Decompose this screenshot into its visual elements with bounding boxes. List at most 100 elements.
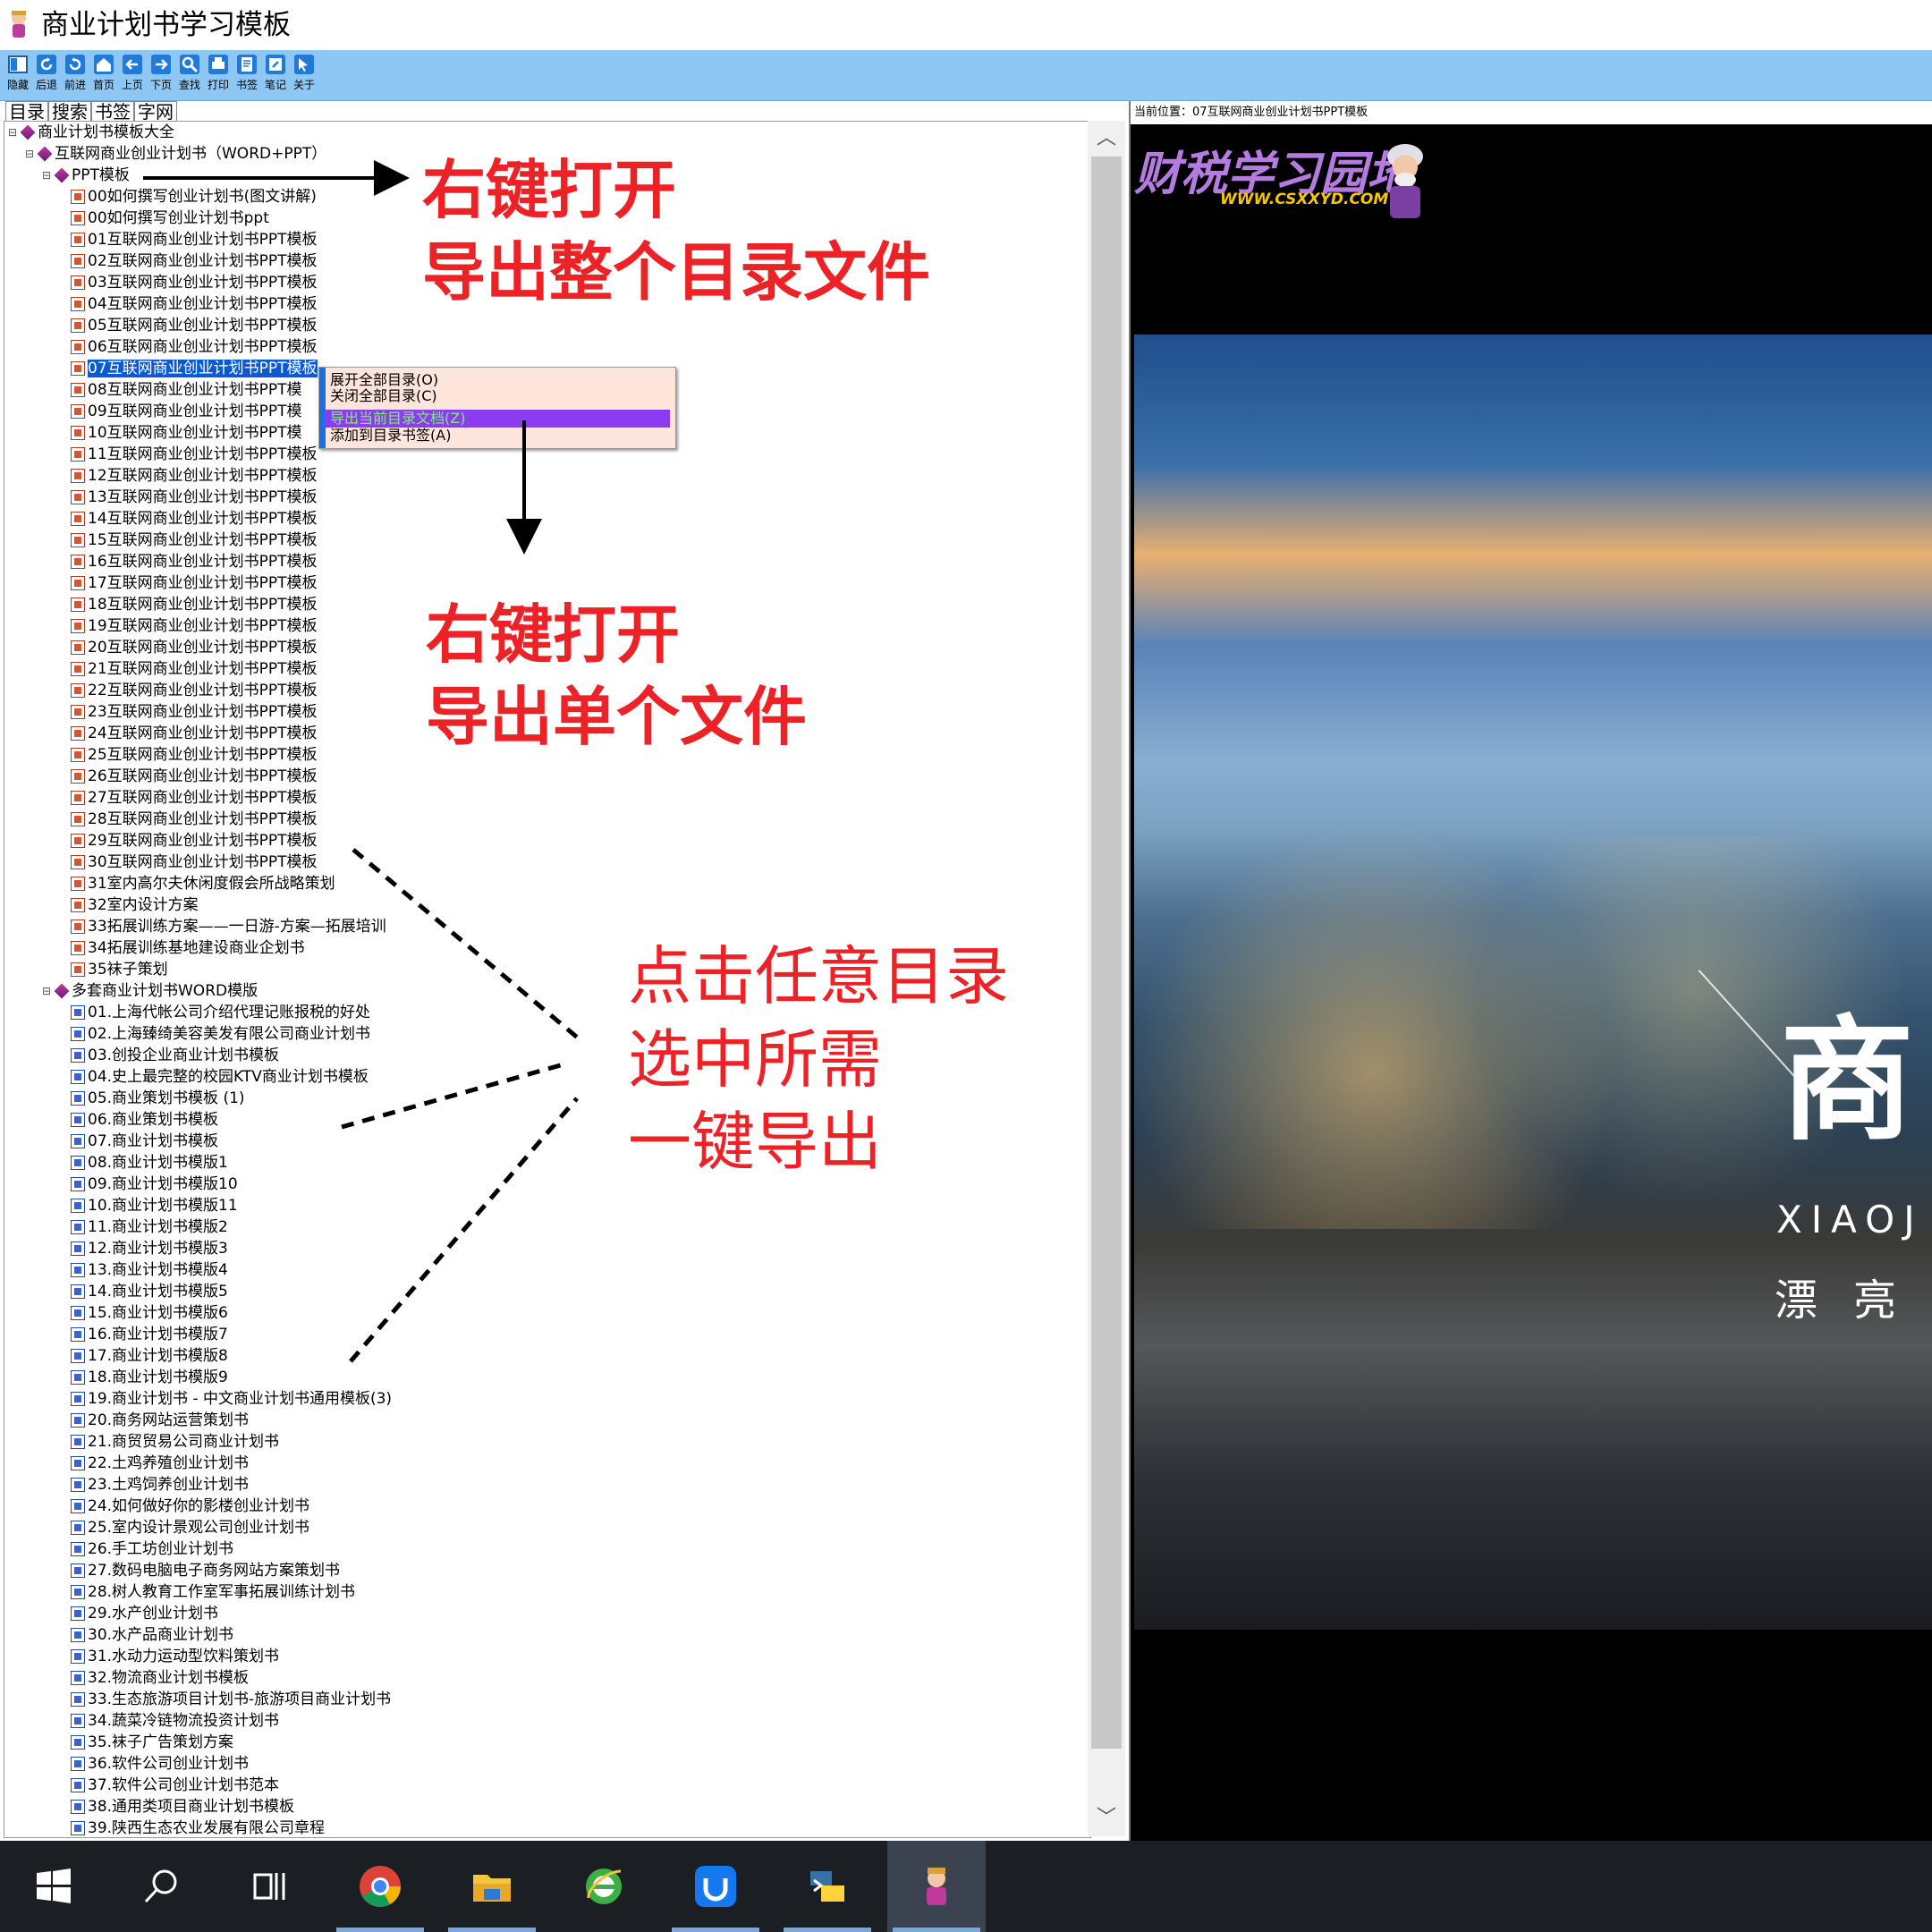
- tree-item-word[interactable]: 04.史上最完整的校园KTV商业计划书模板: [71, 1066, 369, 1088]
- task-view-button[interactable]: [219, 1841, 318, 1932]
- tree-item-word[interactable]: 18.商业计划书模版9: [71, 1367, 228, 1388]
- bookmark-button[interactable]: 书签: [233, 54, 260, 98]
- tree-item-word[interactable]: 32.物流商业计划书模板: [71, 1667, 249, 1689]
- tree-item-ppt[interactable]: 15互联网商业创业计划书PPT模板: [71, 530, 318, 551]
- tree-item-word[interactable]: 25.室内设计景观公司创业计划书: [71, 1517, 309, 1538]
- menu-collapse-all[interactable]: 关闭全部目录(C): [325, 387, 670, 405]
- tree-item-ppt[interactable]: 06互联网商业创业计划书PPT模板: [71, 336, 318, 358]
- tree-item-word[interactable]: 36.软件公司创业计划书: [71, 1753, 249, 1775]
- tab-search[interactable]: 搜索: [48, 101, 91, 122]
- tab-bookmarks[interactable]: 书签: [91, 101, 134, 122]
- tree-item-word[interactable]: 28.树人教育工作室军事拓展训练计划书: [71, 1581, 355, 1603]
- tree-node-book1[interactable]: ⊟ 互联网商业创业计划书（WORD+PPT）: [25, 143, 326, 165]
- about-button[interactable]: 关于: [291, 54, 318, 98]
- taskbar-ie[interactable]: [555, 1841, 653, 1932]
- tree-item-ppt[interactable]: 30互联网商业创业计划书PPT模板: [71, 852, 318, 873]
- tree-item-word[interactable]: 38.通用类项目商业计划书模板: [71, 1796, 294, 1818]
- tree-item-word[interactable]: 11.商业计划书模版2: [71, 1216, 228, 1238]
- tree-item-ppt[interactable]: 13互联网商业创业计划书PPT模板: [71, 487, 318, 508]
- tree-item-word[interactable]: 07.商业计划书模板: [71, 1131, 218, 1152]
- tree-item-ppt[interactable]: 14互联网商业创业计划书PPT模板: [71, 508, 318, 530]
- tab-contents[interactable]: 目录: [5, 101, 48, 122]
- tree-item-word[interactable]: 17.商业计划书模版8: [71, 1345, 228, 1367]
- tree-item-ppt[interactable]: 21互联网商业创业计划书PPT模板: [71, 658, 318, 680]
- tree-item-word[interactable]: 03.创投企业商业计划书模板: [71, 1045, 279, 1066]
- tree-item-word[interactable]: 22.土鸡养殖创业计划书: [71, 1453, 249, 1474]
- tree-item-word[interactable]: 23.土鸡饲养创业计划书: [71, 1474, 249, 1496]
- tree-item-ppt[interactable]: 22互联网商业创业计划书PPT模板: [71, 680, 318, 701]
- tree-item-ppt[interactable]: 00如何撰写创业计划书(图文讲解): [71, 186, 317, 208]
- tree-item-ppt[interactable]: 33拓展训练方案——一日游-方案—拓展培训: [71, 916, 386, 937]
- tree-node-folder-ppt[interactable]: ⊟ PPT模板: [42, 165, 130, 186]
- tree-item-ppt[interactable]: 32室内设计方案: [71, 894, 199, 916]
- tree-item-ppt[interactable]: 16互联网商业创业计划书PPT模板: [71, 551, 318, 572]
- taskbar-chrome[interactable]: [331, 1841, 429, 1932]
- tree-item-word[interactable]: 31.水动力运动型饮料策划书: [71, 1646, 279, 1667]
- tree-item-word[interactable]: 10.商业计划书模版11: [71, 1195, 238, 1216]
- tree-item-ppt[interactable]: 02互联网商业创业计划书PPT模板: [71, 250, 318, 272]
- scroll-down-icon[interactable]: ﹀: [1088, 1801, 1125, 1836]
- taskbar-search-button[interactable]: [112, 1841, 210, 1932]
- tree-item-ppt[interactable]: 10互联网商业创业计划书PPT模: [71, 422, 302, 444]
- taskbar-file-explorer[interactable]: [443, 1841, 541, 1932]
- tree-item-word[interactable]: 01.上海代帐公司介绍代理记账报税的好处: [71, 1002, 370, 1023]
- home-button[interactable]: 首页: [90, 54, 117, 98]
- tree-item-word[interactable]: 09.商业计划书模版10: [71, 1174, 238, 1195]
- tree-item-word[interactable]: 27.数码电脑电子商务网站方案策划书: [71, 1560, 340, 1581]
- tree-item-word[interactable]: 26.手工坊创业计划书: [71, 1538, 233, 1560]
- tree-item-ppt[interactable]: 29互联网商业创业计划书PPT模板: [71, 830, 318, 852]
- tree-item-word[interactable]: 13.商业计划书模版4: [71, 1259, 228, 1281]
- next-page-button[interactable]: 下页: [148, 54, 174, 98]
- hide-button[interactable]: 隐藏: [4, 54, 31, 98]
- tree-item-ppt[interactable]: 24互联网商业创业计划书PPT模板: [71, 723, 318, 744]
- tree-item-ppt[interactable]: 07互联网商业创业计划书PPT模板: [71, 358, 318, 379]
- tree-item-ppt[interactable]: 17互联网商业创业计划书PPT模板: [71, 572, 318, 594]
- tree-item-word[interactable]: 39.陕西生态农业发展有限公司章程: [71, 1818, 325, 1837]
- tree-item-word[interactable]: 35.袜子广告策划方案: [71, 1732, 233, 1753]
- tree-item-ppt[interactable]: 01互联网商业创业计划书PPT模板: [71, 229, 318, 250]
- notes-button[interactable]: 笔记: [262, 54, 289, 98]
- collapse-toggle-icon[interactable]: ⊟: [25, 143, 38, 165]
- tab-index[interactable]: 字网: [134, 101, 177, 122]
- prev-page-button[interactable]: 上页: [119, 54, 146, 98]
- tree-item-ppt[interactable]: 34拓展训练基地建设商业企划书: [71, 937, 305, 959]
- tree-item-word[interactable]: 30.水产品商业计划书: [71, 1624, 233, 1646]
- tree-item-word[interactable]: 37.软件公司创业计划书范本: [71, 1775, 279, 1796]
- tree-item-word[interactable]: 05.商业策划书模板 (1): [71, 1088, 245, 1109]
- tree-item-word[interactable]: 06.商业策划书模板: [71, 1109, 218, 1131]
- tree-item-word[interactable]: 19.商业计划书 - 中文商业计划书通用模板(3): [71, 1388, 392, 1410]
- tree-item-word[interactable]: 16.商业计划书模版7: [71, 1324, 228, 1345]
- back-button[interactable]: 后退: [33, 54, 60, 98]
- search-button[interactable]: 查找: [176, 54, 203, 98]
- tree-item-ppt[interactable]: 27互联网商业创业计划书PPT模板: [71, 787, 318, 809]
- tree-item-word[interactable]: 24.如何做好你的影楼创业计划书: [71, 1496, 309, 1517]
- print-button[interactable]: 打印: [205, 54, 232, 98]
- taskbar-app-active[interactable]: [887, 1841, 986, 1932]
- taskbar-baidu-netdisk[interactable]: [666, 1841, 765, 1932]
- tree-item-word[interactable]: 08.商业计划书模版1: [71, 1152, 228, 1174]
- start-button[interactable]: [4, 1841, 103, 1932]
- menu-expand-all[interactable]: 展开全部目录(O): [325, 371, 670, 389]
- document-viewer[interactable]: 财税学习园地 WWW.CSXXYD.COM 商 XIAOJ 漂亮: [1131, 124, 1932, 1841]
- tree-scrollbar[interactable]: ︿ ﹀: [1088, 121, 1125, 1836]
- tree-item-ppt[interactable]: 12互联网商业创业计划书PPT模板: [71, 465, 318, 487]
- scroll-thumb[interactable]: [1091, 157, 1122, 1749]
- tree-node-folder-word[interactable]: ⊟ 多套商业计划书WORD模版: [42, 980, 258, 1002]
- tree-item-ppt[interactable]: 31室内高尔夫休闲度假会所战略策划: [71, 873, 335, 894]
- tree-item-word[interactable]: 34.蔬菜冷链物流投资计划书: [71, 1710, 279, 1732]
- tree-item-word[interactable]: 20.商务网站运营策划书: [71, 1410, 249, 1431]
- tree-node-root[interactable]: ⊟ 商业计划书模板大全: [8, 122, 174, 143]
- tree-item-ppt[interactable]: 04互联网商业创业计划书PPT模板: [71, 293, 318, 315]
- tree-item-ppt[interactable]: 08互联网商业创业计划书PPT模: [71, 379, 302, 401]
- tree-item-word[interactable]: 29.水产创业计划书: [71, 1603, 218, 1624]
- taskbar-python[interactable]: [778, 1841, 877, 1932]
- tree-item-ppt[interactable]: 19互联网商业创业计划书PPT模板: [71, 615, 318, 637]
- tree-item-word[interactable]: 02.上海臻绮美容美发有限公司商业计划书: [71, 1023, 370, 1045]
- collapse-toggle-icon[interactable]: ⊟: [8, 122, 21, 143]
- tree-item-ppt[interactable]: 11互联网商业创业计划书PPT模板: [71, 444, 318, 465]
- tree-item-ppt[interactable]: 20互联网商业创业计划书PPT模板: [71, 637, 318, 658]
- tree-item-ppt[interactable]: 18互联网商业创业计划书PPT模板: [71, 594, 318, 615]
- tree-item-ppt[interactable]: 03互联网商业创业计划书PPT模板: [71, 272, 318, 293]
- collapse-toggle-icon[interactable]: ⊟: [42, 165, 55, 186]
- tree-item-ppt[interactable]: 35袜子策划: [71, 959, 168, 980]
